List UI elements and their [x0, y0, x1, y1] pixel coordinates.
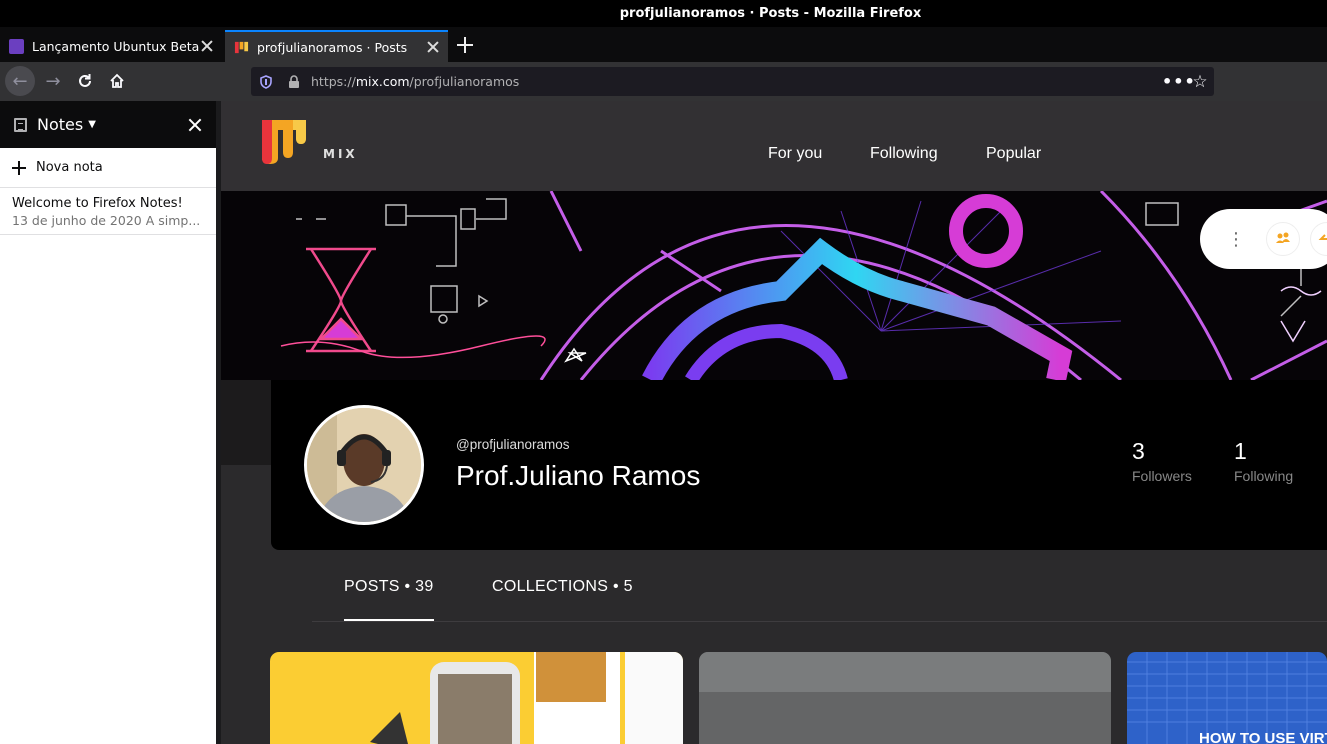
reload-icon[interactable]	[70, 66, 100, 96]
more-options-icon[interactable]: ⋮	[1227, 231, 1245, 249]
chevron-down-icon[interactable]: ▼	[88, 119, 96, 130]
nav-popular[interactable]: Popular	[986, 145, 1041, 163]
sidebar-header: Notes ▼	[0, 101, 216, 148]
new-note-label: Nova nota	[36, 160, 103, 175]
url-text[interactable]: https://mix.com/profjulianoramos	[311, 74, 1162, 89]
mix-header: MIX For you Following Popular	[221, 101, 1327, 191]
plus-icon	[12, 160, 26, 175]
window-title: profjulianoramos · Posts - Mozilla Firef…	[619, 6, 922, 21]
tab-label: profjulianoramos · Posts	[257, 39, 408, 55]
mix-wordmark: MIX	[323, 147, 358, 161]
post-card-thumbnail	[370, 652, 683, 744]
url-bar[interactable]: https://mix.com/profjulianoramos ••• ☆	[251, 67, 1214, 96]
profile-band-left	[221, 380, 271, 465]
tab-label: Lançamento Ubuntux Beta - I	[32, 38, 200, 54]
url-domain: mix.com	[355, 74, 410, 89]
lock-icon[interactable]	[287, 74, 301, 89]
mix-logo-icon[interactable]	[262, 118, 306, 164]
sidebar-title[interactable]: Notes	[37, 115, 83, 134]
note-list-item[interactable]: Welcome to Firefox Notes! 13 de junho de…	[0, 188, 216, 235]
following-stat[interactable]: 1 Following	[1234, 438, 1293, 484]
avatar-photo	[307, 408, 421, 522]
close-tab-icon[interactable]	[426, 40, 440, 54]
follow-user-icon[interactable]	[1266, 222, 1300, 256]
profile-avatar[interactable]	[304, 405, 424, 525]
post-card[interactable]	[699, 652, 1111, 744]
followers-stat[interactable]: 3 Followers	[1132, 438, 1192, 484]
share-icon[interactable]	[1310, 222, 1327, 256]
tab-mix-posts[interactable]: profjulianoramos · Posts	[225, 30, 448, 62]
note-meta: 13 de junho de 2020 A simp...	[12, 213, 201, 228]
back-icon[interactable]: ←	[5, 66, 35, 96]
tab-collections[interactable]: COLLECTIONS • 5	[492, 578, 633, 621]
profile-handle: @profjulianoramos	[456, 437, 570, 452]
notes-sidebar: Notes ▼ Nova nota Welcome to Firefox Not…	[0, 101, 216, 744]
following-count: 1	[1234, 438, 1247, 464]
web-content: MIX For you Following Popular ⋮ @profjul…	[221, 101, 1327, 744]
notes-icon	[14, 117, 27, 132]
cover-artwork	[280, 191, 1327, 380]
url-scheme: https://	[311, 74, 356, 89]
close-tab-icon[interactable]	[200, 39, 214, 53]
url-path: /profjulianoramos	[409, 74, 520, 89]
page-actions-icon[interactable]: •••	[1162, 72, 1195, 91]
followers-label: Followers	[1132, 468, 1192, 484]
nav-for-you[interactable]: For you	[768, 145, 822, 163]
tab-ubuntux[interactable]: Lançamento Ubuntux Beta - I	[0, 30, 222, 62]
card-preview-title: HOW TO USE VIRT	[1199, 730, 1327, 744]
home-icon[interactable]	[102, 66, 132, 96]
profile-tabs: POSTS • 39 COLLECTIONS • 5	[312, 550, 1327, 622]
new-note-button[interactable]: Nova nota	[0, 148, 216, 188]
tracking-protection-shield-icon[interactable]	[259, 74, 273, 89]
nav-following[interactable]: Following	[870, 145, 938, 163]
close-sidebar-icon[interactable]	[188, 118, 202, 132]
bookmark-star-icon[interactable]: ☆	[1186, 72, 1214, 92]
tab-posts[interactable]: POSTS • 39	[344, 578, 434, 621]
nav-toolbar: ← → https://mix.com/profjulianoramos •••…	[0, 62, 1327, 101]
profile-name: Prof.Juliano Ramos	[456, 460, 701, 491]
post-card[interactable]: HOW TO USE VIRT	[1127, 652, 1327, 744]
ubuntux-favicon-icon	[9, 38, 24, 54]
profile-card: @profjulianoramos Prof.Juliano Ramos 3 F…	[271, 380, 1327, 550]
new-tab-icon[interactable]	[455, 35, 475, 55]
mix-favicon-icon	[234, 41, 249, 53]
following-label: Following	[1234, 468, 1294, 484]
profile-cover-image	[221, 191, 1327, 380]
note-title: Welcome to Firefox Notes!	[12, 196, 183, 211]
floating-action-pill: ⋮	[1200, 209, 1327, 269]
forward-icon[interactable]: →	[38, 66, 68, 96]
post-card-thumbnail	[699, 652, 1111, 744]
tab-strip: Lançamento Ubuntux Beta - I profjulianor…	[0, 27, 1327, 62]
window-titlebar: profjulianoramos · Posts - Mozilla Firef…	[0, 0, 1327, 27]
post-card[interactable]	[270, 652, 683, 744]
followers-count: 3	[1132, 438, 1145, 464]
